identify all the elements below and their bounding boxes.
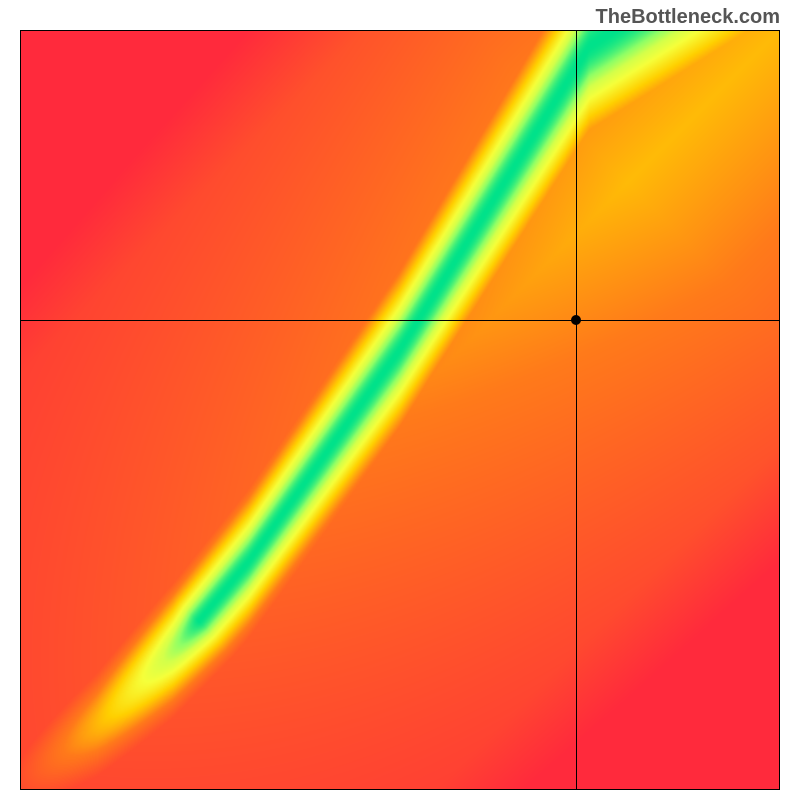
chart-container: TheBottleneck.com [0, 0, 800, 800]
plot-area [20, 30, 780, 790]
heatmap-canvas [21, 31, 779, 789]
watermark-text: TheBottleneck.com [596, 6, 780, 29]
